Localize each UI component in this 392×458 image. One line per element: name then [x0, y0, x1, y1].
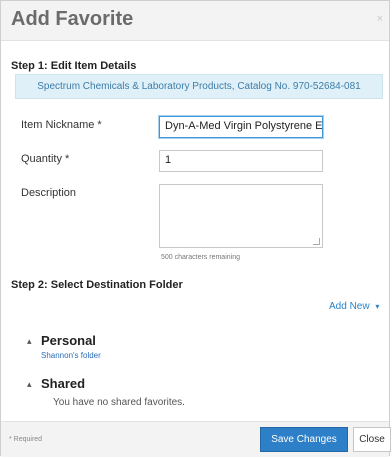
- step2-heading: Step 2: Select Destination Folder: [11, 279, 183, 291]
- chars-remaining: 500 characters remaining: [161, 254, 240, 261]
- add-new-label: Add New: [329, 301, 370, 312]
- personal-section-title[interactable]: Personal: [41, 333, 96, 348]
- quantity-label: Quantity *: [21, 153, 70, 165]
- description-label: Description: [21, 187, 77, 199]
- add-favorite-dialog: Add Favorite × Step 1: Edit Item Details…: [0, 0, 391, 457]
- close-icon[interactable]: ×: [377, 13, 383, 25]
- step1-heading: Step 1: Edit Item Details: [11, 60, 137, 72]
- quantity-field[interactable]: 1: [159, 150, 323, 172]
- save-changes-button[interactable]: Save Changes: [260, 427, 348, 452]
- no-shared-favorites-text: You have no shared favorites.: [53, 397, 185, 408]
- item-nickname-field[interactable]: Dyn-A-Med Virgin Polystyrene E: [159, 116, 323, 138]
- resize-grip-icon[interactable]: [313, 238, 320, 245]
- dialog-footer: * Required Save Changes Close: [1, 421, 391, 457]
- item-nickname-label: Item Nickname *: [21, 119, 102, 131]
- close-button[interactable]: Close: [353, 427, 391, 452]
- required-note: * Required: [9, 436, 43, 443]
- dialog-title: Add Favorite: [11, 8, 134, 30]
- add-new-button[interactable]: Add New ▾: [329, 301, 379, 312]
- collapse-caret-icon[interactable]: ▴: [27, 379, 32, 390]
- shared-section-title[interactable]: Shared: [41, 376, 85, 391]
- dialog-title-bar: Add Favorite ×: [1, 1, 389, 41]
- caret-down-icon: ▾: [375, 302, 380, 311]
- description-field[interactable]: [159, 184, 323, 248]
- product-banner: Spectrum Chemicals & Laboratory Products…: [15, 74, 383, 99]
- collapse-caret-icon[interactable]: ▴: [27, 336, 32, 347]
- folder-item-shannons-folder[interactable]: Shannon's folder: [41, 351, 101, 360]
